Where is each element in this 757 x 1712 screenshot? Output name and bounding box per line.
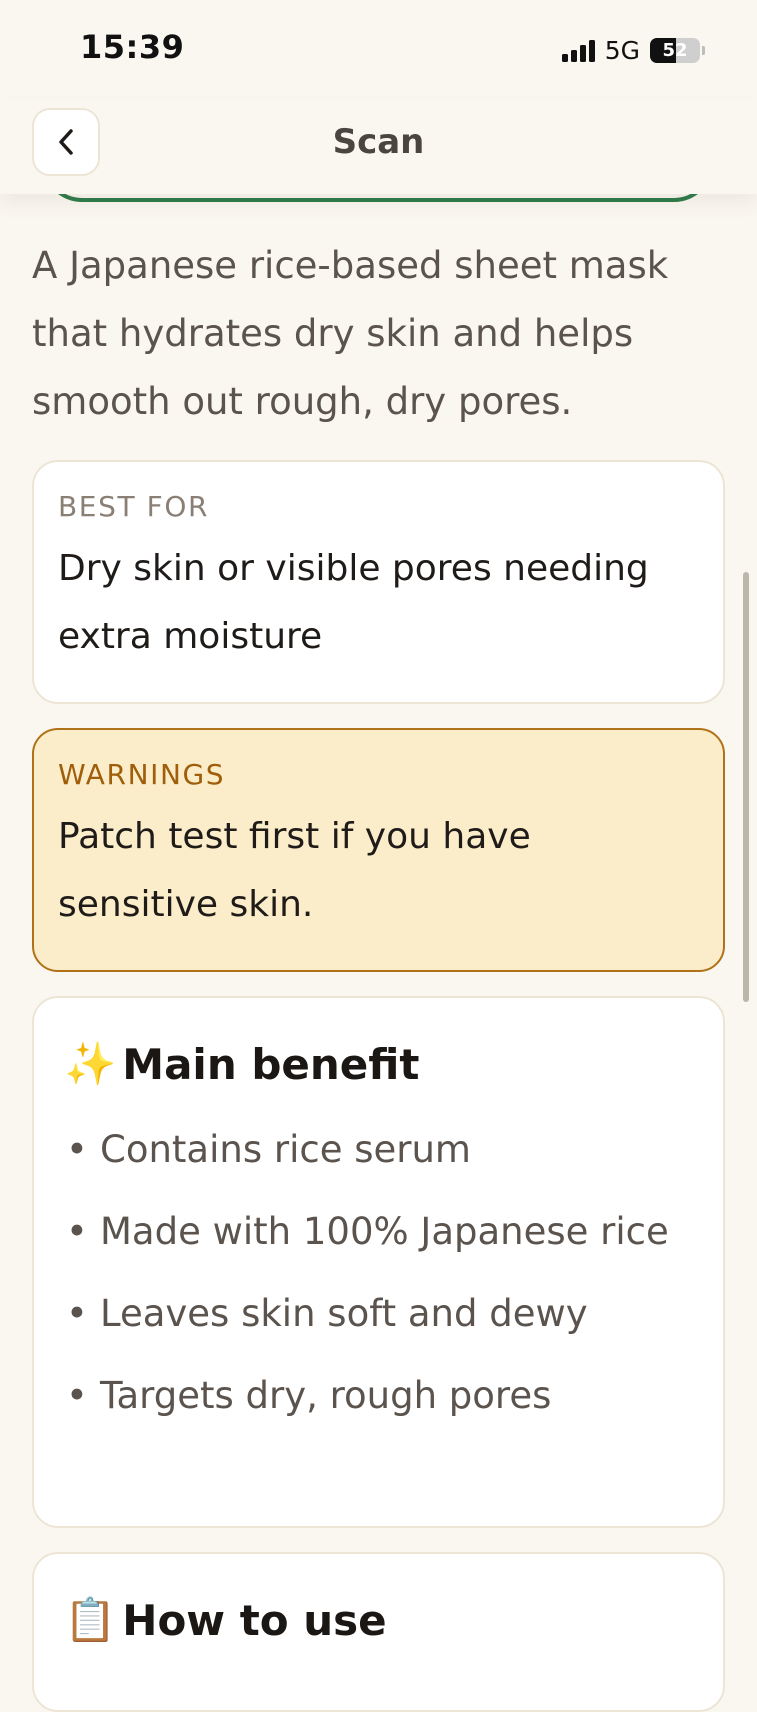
warnings-label: WARNINGS — [58, 758, 226, 791]
page-title: Scan — [332, 122, 425, 162]
main-benefit-title: Main benefit — [122, 1039, 420, 1089]
status-indicators: 5G 52 — [561, 36, 705, 65]
battery-tip — [702, 46, 705, 55]
main-benefit-card: ✨ Main benefit • Contains rice serum • Mad… — [32, 996, 725, 1528]
best-for-label: BEST FOR — [58, 490, 210, 523]
warnings-card: WARNINGS Patch test first if you have se… — [32, 728, 725, 972]
list-item: • Contains rice serum — [64, 1116, 693, 1184]
list-item: • Leaves skin soft and dewy — [64, 1280, 693, 1348]
bullet-icon: • — [66, 1128, 88, 1171]
network-label: 5G — [604, 36, 640, 65]
list-item: • Targets dry, rough pores — [64, 1362, 693, 1430]
battery-icon: 52 — [650, 38, 700, 63]
clipboard-icon: 📋 — [64, 1595, 117, 1644]
how-to-use-heading: 📋 How to use — [64, 1590, 693, 1650]
how-to-use-card: 📋 How to use — [32, 1552, 725, 1712]
scan-result-content: A Japanese rice-based sheet mask that hy… — [32, 232, 725, 1712]
sparkles-icon: ✨ — [64, 1039, 117, 1088]
status-bar: 15:39 5G 52 — [0, 0, 757, 100]
header: Scan — [0, 100, 757, 194]
battery-level: 52 — [662, 40, 688, 61]
benefit-list: • Contains rice serum • Made with 100% Jap… — [64, 1116, 693, 1430]
best-for-card: BEST FOR Dry skin or visible pores needi… — [32, 460, 725, 704]
how-to-use-title: How to use — [122, 1595, 387, 1645]
product-description: A Japanese rice-based sheet mask that hy… — [32, 244, 669, 423]
bullet-icon: • — [66, 1292, 88, 1335]
status-time: 15:39 — [80, 28, 185, 66]
main-benefit-heading: ✨ Main benefit — [64, 1034, 693, 1094]
bullet-icon: • — [66, 1210, 88, 1253]
scrollbar[interactable] — [743, 572, 749, 1002]
signal-icon — [561, 39, 595, 62]
warnings-text: Patch test first if you have sensitive s… — [58, 816, 531, 925]
list-item: • Made with 100% Japanese rice — [64, 1198, 693, 1266]
bullet-icon: • — [66, 1374, 88, 1417]
best-for-text: Dry skin or visible pores needing extra … — [58, 548, 649, 657]
